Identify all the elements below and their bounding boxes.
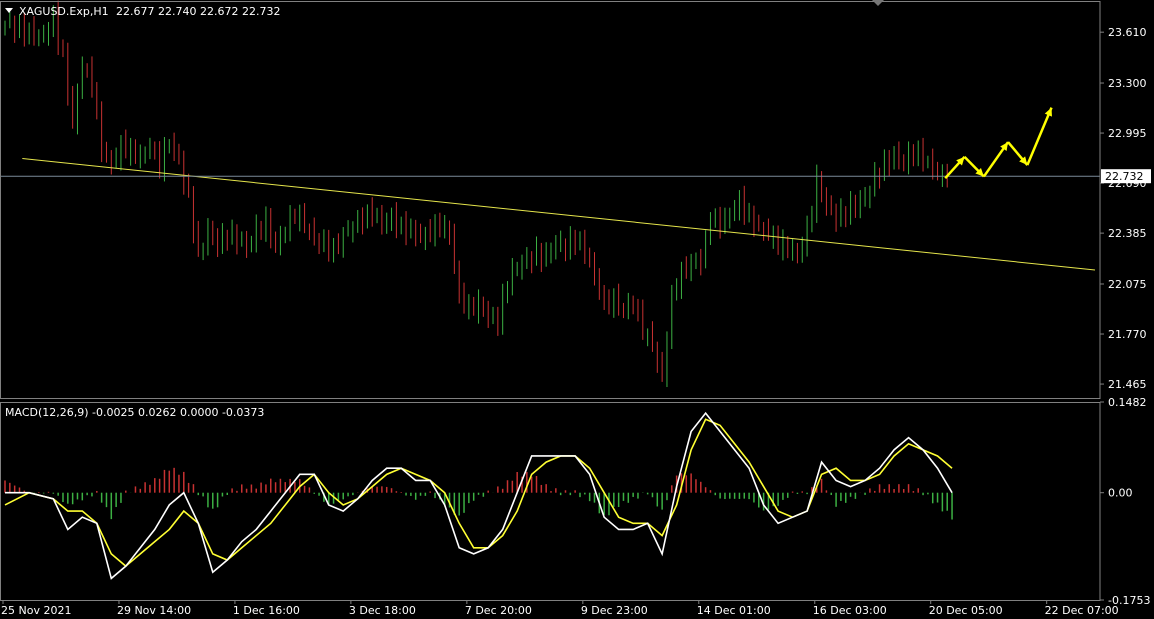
ohlc-header: 22.677 22.740 22.672 22.732 bbox=[116, 5, 280, 18]
macd-header: MACD(12,26,9) -0.0025 0.0262 0.0000 -0.0… bbox=[5, 406, 264, 419]
x-tick-label: 1 Dec 16:00 bbox=[233, 604, 300, 617]
price-y-tick-label: 22.075 bbox=[1108, 278, 1147, 291]
x-tick-label: 22 Dec 07:00 bbox=[1045, 604, 1119, 617]
x-tick-label: 3 Dec 18:00 bbox=[349, 604, 416, 617]
price-y-tick-label: 21.465 bbox=[1108, 378, 1147, 391]
price-y-tick-label: 22.385 bbox=[1108, 227, 1147, 240]
price-y-tick-label: 23.610 bbox=[1108, 26, 1147, 39]
chart-background bbox=[0, 0, 1154, 619]
macd-y-tick-label: 0.1482 bbox=[1108, 396, 1147, 409]
x-tick-label: 25 Nov 2021 bbox=[1, 604, 71, 617]
x-tick-label: 16 Dec 03:00 bbox=[813, 604, 887, 617]
macd-y-tick-label: 0.00 bbox=[1108, 487, 1133, 500]
price-y-tick-label: 23.300 bbox=[1108, 77, 1147, 90]
x-tick-label: 20 Dec 05:00 bbox=[929, 604, 1003, 617]
x-tick-label: 14 Dec 01:00 bbox=[697, 604, 771, 617]
x-tick-label: 7 Dec 20:00 bbox=[465, 604, 532, 617]
x-tick-label: 9 Dec 23:00 bbox=[581, 604, 648, 617]
x-tick-label: 29 Nov 14:00 bbox=[117, 604, 191, 617]
price-y-tick-label: 21.770 bbox=[1108, 328, 1147, 341]
current-price-label: 22.732 bbox=[1105, 170, 1144, 183]
chart-root: 23.61023.30022.99522.69022.38522.07521.7… bbox=[0, 0, 1154, 619]
price-y-tick-label: 22.995 bbox=[1108, 127, 1147, 140]
symbol-header: XAGUSD.Exp,H1 bbox=[19, 5, 109, 18]
